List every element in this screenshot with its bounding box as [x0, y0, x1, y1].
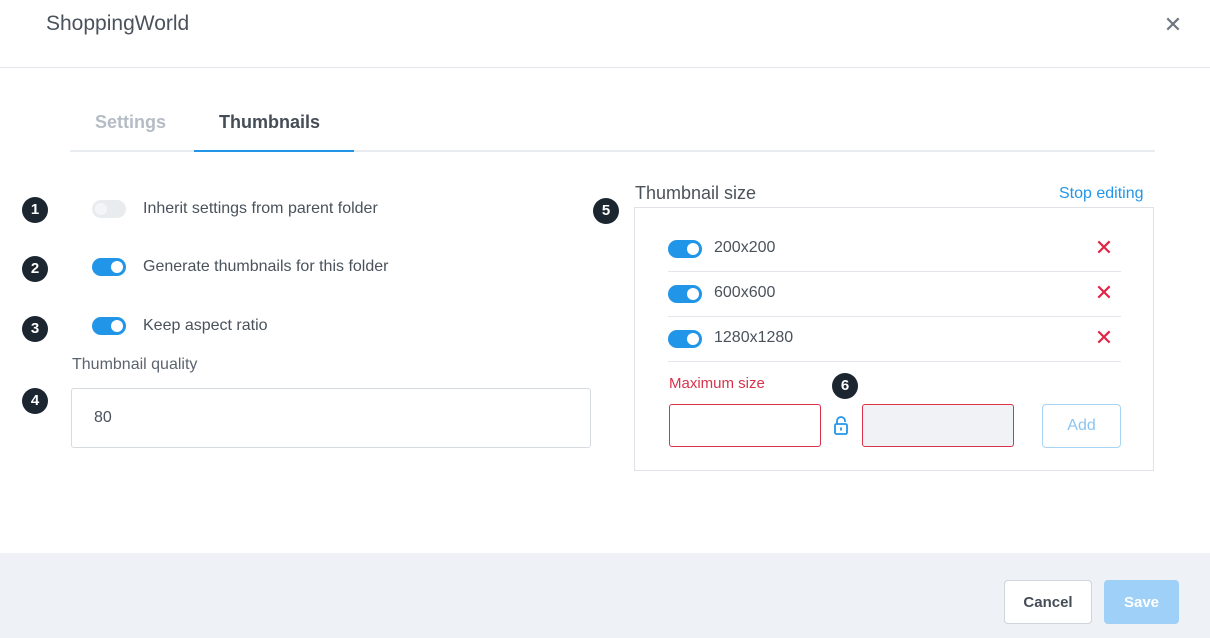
toggle-knob: [111, 320, 123, 332]
inherit-settings-toggle[interactable]: [92, 200, 126, 218]
delete-icon[interactable]: ✕: [1093, 235, 1115, 261]
generate-thumbnails-label: Generate thumbnails for this folder: [143, 258, 389, 275]
keep-aspect-ratio-label: Keep aspect ratio: [143, 317, 268, 334]
callout-badge-5: 5: [593, 198, 619, 224]
max-height-input[interactable]: [862, 404, 1014, 447]
callout-badge-1: 1: [22, 197, 48, 223]
save-button[interactable]: Save: [1104, 580, 1179, 624]
size-row-600: 600x600 ✕: [668, 272, 1121, 317]
toggle-knob: [687, 288, 699, 300]
thumbnail-quality-input[interactable]: [71, 388, 591, 448]
max-width-input[interactable]: [669, 404, 821, 447]
add-size-button[interactable]: Add: [1042, 404, 1121, 448]
thumbnail-size-panel: 200x200 ✕ 600x600 ✕ 1280x1280 ✕ Maximum …: [634, 207, 1154, 471]
maximum-size-label: Maximum size: [669, 375, 765, 392]
inherit-settings-label: Inherit settings from parent folder: [143, 200, 378, 217]
thumbnail-size-title: Thumbnail size: [635, 183, 757, 203]
callout-badge-4: 4: [22, 388, 48, 414]
size-1280-toggle[interactable]: [668, 330, 702, 348]
toggle-knob: [111, 261, 123, 273]
keep-aspect-ratio-toggle[interactable]: [92, 317, 126, 335]
dialog-footer: Cancel Save: [0, 553, 1210, 638]
size-label: 600x600: [714, 284, 776, 301]
size-600-toggle[interactable]: [668, 285, 702, 303]
dialog-header: ShoppingWorld ✕: [0, 0, 1210, 68]
toggle-knob: [95, 203, 107, 215]
size-200-toggle[interactable]: [668, 240, 702, 258]
delete-icon[interactable]: ✕: [1093, 325, 1115, 351]
close-icon[interactable]: ✕: [1160, 12, 1186, 38]
size-label: 1280x1280: [714, 329, 794, 346]
size-row-200: 200x200 ✕: [668, 227, 1121, 272]
dialog-title: ShoppingWorld: [46, 12, 190, 35]
toggle-knob: [687, 243, 699, 255]
toggle-knob: [687, 333, 699, 345]
size-label: 200x200: [714, 239, 776, 256]
tab-thumbnails[interactable]: Thumbnails: [194, 112, 354, 152]
tab-settings[interactable]: Settings: [95, 112, 166, 152]
size-row-1280: 1280x1280 ✕: [668, 317, 1121, 362]
generate-thumbnails-toggle[interactable]: [92, 258, 126, 276]
callout-badge-2: 2: [22, 256, 48, 282]
delete-icon[interactable]: ✕: [1093, 280, 1115, 306]
lock-icon[interactable]: [833, 415, 849, 435]
thumbnail-quality-label: Thumbnail quality: [72, 356, 198, 373]
callout-badge-3: 3: [22, 316, 48, 342]
stop-editing-link[interactable]: Stop editing: [1059, 185, 1144, 203]
tab-bar: Settings Thumbnails: [70, 98, 1155, 152]
cancel-button[interactable]: Cancel: [1004, 580, 1092, 624]
